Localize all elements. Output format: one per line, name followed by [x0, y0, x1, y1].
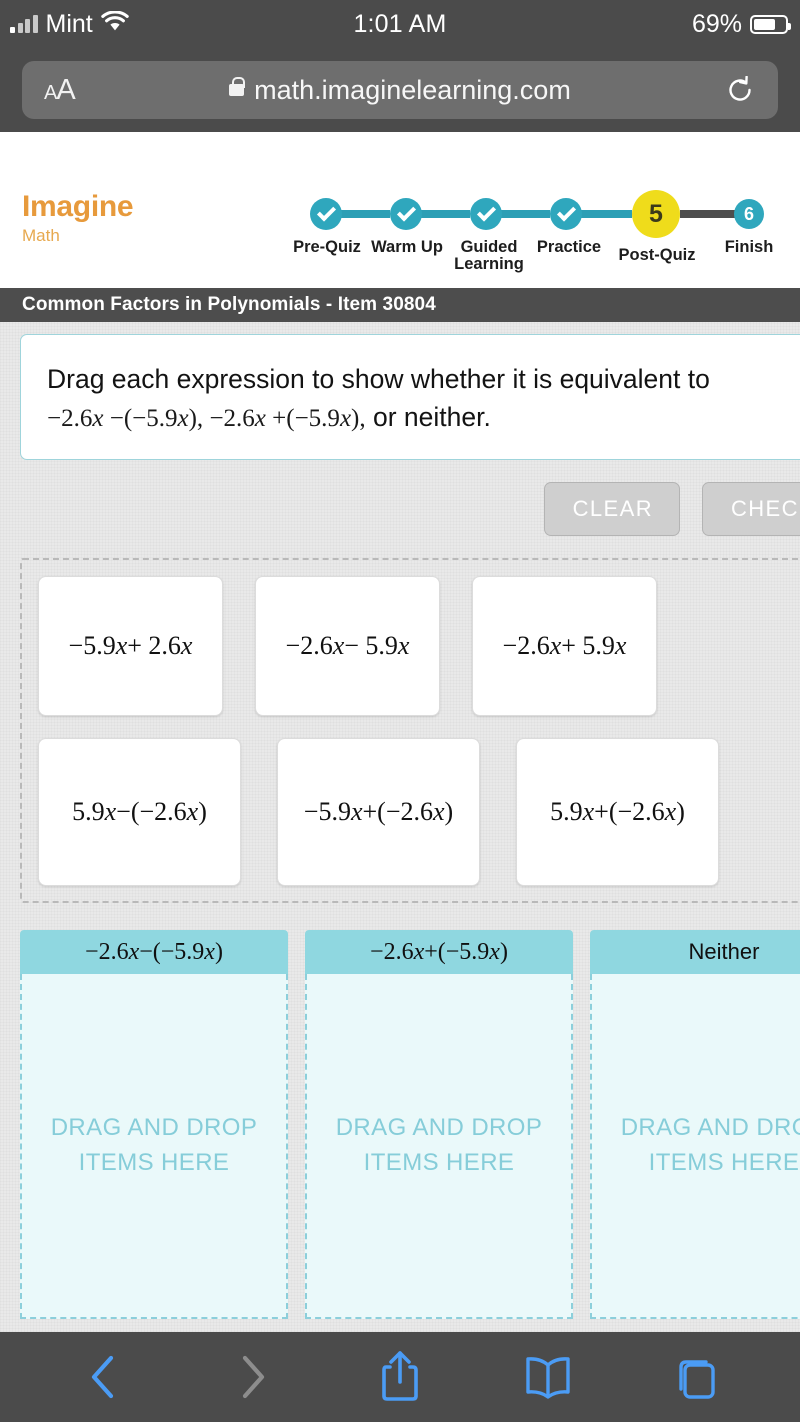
- expression-tile-6[interactable]: 5.9 x +(−2.6 x): [516, 738, 719, 886]
- action-button-row: CLEAR CHECK: [543, 482, 800, 536]
- share-icon[interactable]: [372, 1349, 428, 1405]
- site-header: Imagine Math 5 6 Pre-Quiz Warm Up Guided…: [0, 132, 800, 288]
- drop-zone-3-placeholder[interactable]: DRAG AND DROP ITEMS HERE: [590, 974, 800, 1319]
- web-page-content: Imagine Math 5 6 Pre-Quiz Warm Up Guided…: [0, 132, 800, 1332]
- step-node-practice[interactable]: [550, 198, 582, 230]
- drop-zone-1-placeholder[interactable]: DRAG AND DROP ITEMS HERE: [20, 974, 288, 1319]
- instruction-panel: Drag each expression to show whether it …: [20, 334, 800, 460]
- item-title-bar: Common Factors in Polynomials - Item 308…: [0, 288, 800, 322]
- expression-tile-3[interactable]: −2.6 x + 5.9 x: [472, 576, 657, 716]
- book-icon[interactable]: [520, 1349, 576, 1405]
- tile-row-1: −5.9 x + 2.6 x −2.6 x − 5.9 x −2.6 x + 5.9 x: [38, 576, 800, 716]
- expression-tile-1[interactable]: −5.9 x + 2.6 x: [38, 576, 223, 716]
- instruction-line-2: −2.6x −(−5.9x), −2.6x +(−5.9x), or neith…: [47, 399, 785, 437]
- step-label-warm-up: Warm Up: [371, 238, 443, 256]
- expression-tile-bank: −5.9 x + 2.6 x −2.6 x − 5.9 x −2.6 x + 5.9 x 5…: [20, 558, 800, 903]
- check-button[interactable]: CHECK: [701, 482, 800, 536]
- drop-zone-2-placeholder[interactable]: DRAG AND DROP ITEMS HERE: [305, 974, 573, 1319]
- address-bar[interactable]: AA math.imaginelearning.com: [22, 61, 778, 119]
- tile-row-2: 5.9 x −(−2.6 x) −5.9 x +(−2.6 x) 5.9 x +(−2.6…: [38, 738, 800, 886]
- imagine-math-logo: Imagine Math: [22, 190, 134, 245]
- expression-tile-4[interactable]: 5.9 x −(−2.6 x): [38, 738, 241, 886]
- step-label-pre-quiz: Pre-Quiz: [293, 238, 361, 256]
- safari-url-bar-area: AA math.imaginelearning.com: [0, 48, 800, 132]
- drop-zone-1-header: −2.6 x −(−5.9 x): [20, 930, 288, 974]
- stepper-segment-5: [680, 210, 736, 218]
- instruction-expression-b: −2.6x +(−5.9x),: [203, 404, 366, 432]
- lock-icon: [229, 77, 245, 96]
- url-text: math.imaginelearning.com: [254, 74, 571, 105]
- step-label-guided: Guided: [460, 238, 518, 256]
- check-icon: [316, 202, 336, 222]
- drop-zone-row: −2.6 x −(−5.9 x) DRAG AND DROP ITEMS HERE …: [20, 930, 800, 1319]
- ios-status-bar: Mint 1:01 AM 69%: [0, 0, 800, 48]
- text-size-button[interactable]: AA: [44, 74, 76, 107]
- tabs-icon[interactable]: [668, 1349, 724, 1405]
- step-label-finish: Finish: [724, 238, 774, 256]
- drop-zone-2[interactable]: −2.6 x +(−5.9 x) DRAG AND DROP ITEMS HERE: [305, 930, 573, 1319]
- logo-line-imagine: Imagine: [22, 190, 134, 223]
- phone-screen: Mint 1:01 AM 69% AA math.imaginelearning…: [0, 0, 800, 1422]
- status-bar-right: 69%: [691, 9, 791, 39]
- instruction-line-1: Drag each expression to show whether it …: [47, 364, 710, 394]
- expression-tile-2[interactable]: −2.6 x − 5.9 x: [255, 576, 440, 716]
- step-node-warm-up[interactable]: [390, 198, 422, 230]
- drop-zone-2-header: −2.6 x +(−5.9 x): [305, 930, 573, 974]
- step-node-finish[interactable]: 6: [734, 199, 764, 229]
- step-node-guided-learning[interactable]: [470, 198, 502, 230]
- instruction-expression-a: −2.6x −(−5.9x),: [47, 404, 204, 432]
- status-bar-clock: 1:01 AM: [353, 9, 447, 38]
- check-icon: [556, 202, 576, 222]
- battery-icon: [750, 14, 791, 34]
- chevron-left-icon[interactable]: [76, 1349, 132, 1405]
- instruction-tail: or neither.: [365, 401, 491, 432]
- check-icon: [476, 202, 496, 222]
- drop-zone-1[interactable]: −2.6 x −(−5.9 x) DRAG AND DROP ITEMS HERE: [20, 930, 288, 1319]
- logo-line-math: Math: [22, 226, 60, 245]
- check-icon: [396, 202, 416, 222]
- step-node-post-quiz[interactable]: 5: [632, 190, 680, 238]
- step-node-pre-quiz[interactable]: [310, 198, 342, 230]
- step-label-learning: Learning: [454, 255, 524, 273]
- safari-bottom-toolbar: [0, 1332, 800, 1422]
- activity-body: Drag each expression to show whether it …: [0, 322, 800, 1332]
- step-label-post-quiz: Post-Quiz: [618, 246, 696, 264]
- item-title: Common Factors in Polynomials - Item 308…: [22, 294, 436, 315]
- url-display[interactable]: math.imaginelearning.com: [22, 75, 778, 106]
- drop-zone-3-header: Neither: [590, 930, 800, 974]
- drop-zone-3[interactable]: Neither DRAG AND DROP ITEMS HERE: [590, 930, 800, 1319]
- clear-button[interactable]: CLEAR: [543, 482, 680, 536]
- chevron-right-icon: [224, 1349, 280, 1405]
- expression-tile-5[interactable]: −5.9 x +(−2.6 x): [277, 738, 480, 886]
- lesson-progress-stepper: 5 6 Pre-Quiz Warm Up Guided Learning Pra…: [293, 180, 773, 285]
- battery-percent-label: 69%: [691, 9, 742, 38]
- reload-icon[interactable]: [726, 75, 754, 104]
